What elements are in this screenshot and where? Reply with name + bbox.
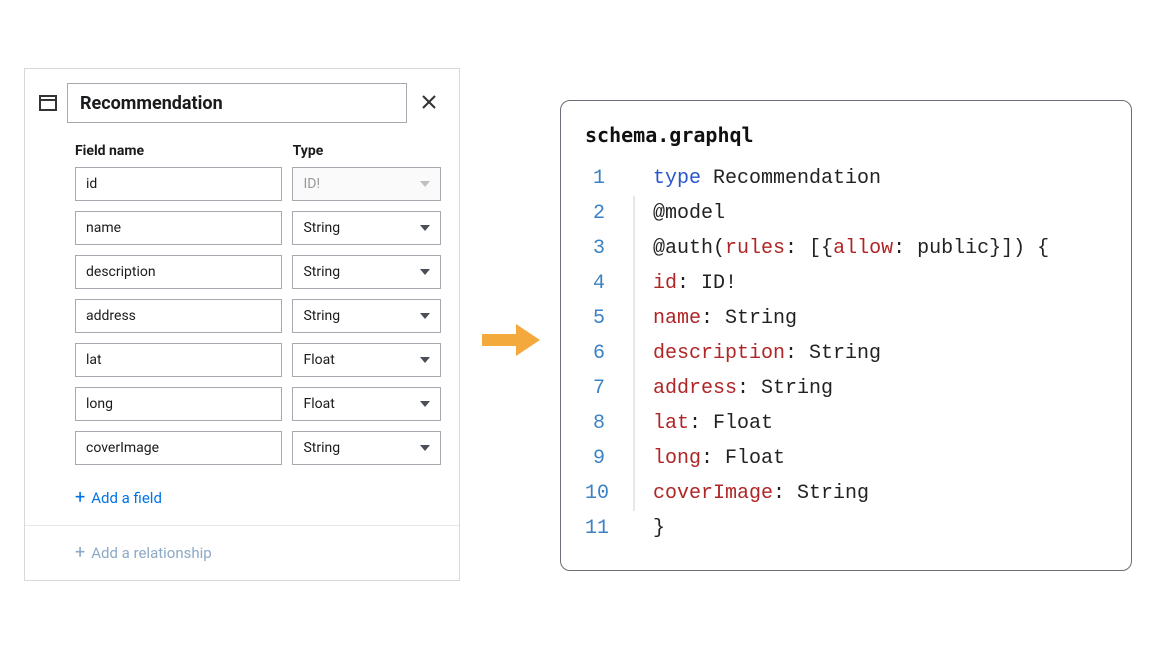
field-name-header: Field name bbox=[75, 143, 283, 159]
field-type-select[interactable]: String bbox=[292, 431, 441, 465]
code-line: 8 lat: Float bbox=[585, 406, 1107, 441]
add-relationship-button[interactable]: + Add a relationship bbox=[25, 525, 459, 580]
code-line: 7 address: String bbox=[585, 371, 1107, 406]
line-number: 11 bbox=[585, 511, 633, 546]
plus-icon: + bbox=[75, 544, 85, 562]
field-row: Float bbox=[25, 387, 459, 431]
code-line: 6 description: String bbox=[585, 336, 1107, 371]
code-content: } bbox=[653, 511, 665, 546]
indent-guide bbox=[633, 336, 635, 371]
type-header: Type bbox=[293, 143, 441, 159]
line-number: 4 bbox=[585, 266, 633, 301]
field-type-select[interactable]: Float bbox=[292, 387, 441, 421]
field-name-input[interactable] bbox=[75, 211, 282, 245]
field-row: Float bbox=[25, 343, 459, 387]
close-button[interactable] bbox=[417, 91, 441, 115]
code-line: 10 coverImage: String bbox=[585, 476, 1107, 511]
code-content: @auth(rules: [{allow: public}]) { bbox=[653, 231, 1049, 266]
panel-header bbox=[25, 69, 459, 137]
indent-guide bbox=[633, 406, 635, 441]
code-content: description: String bbox=[653, 336, 881, 371]
field-type-select[interactable]: String bbox=[292, 211, 441, 245]
field-name-input[interactable] bbox=[75, 255, 282, 289]
line-number: 3 bbox=[585, 231, 633, 266]
field-type-label: String bbox=[303, 440, 340, 456]
field-row: String bbox=[25, 211, 459, 255]
code-content: long: Float bbox=[653, 441, 785, 476]
field-row: String bbox=[25, 299, 459, 343]
code-content: lat: Float bbox=[653, 406, 773, 441]
line-number: 6 bbox=[585, 336, 633, 371]
line-number: 1 bbox=[585, 161, 633, 196]
chevron-down-icon bbox=[420, 401, 430, 407]
field-row: String bbox=[25, 431, 459, 475]
code-line: 9 long: Float bbox=[585, 441, 1107, 476]
chevron-down-icon bbox=[420, 181, 430, 187]
field-type-select[interactable]: Float bbox=[292, 343, 441, 377]
field-type-select: ID! bbox=[292, 167, 441, 201]
chevron-down-icon bbox=[420, 269, 430, 275]
add-field-label: Add a field bbox=[91, 489, 162, 507]
field-name-input[interactable] bbox=[75, 343, 282, 377]
field-name-input[interactable] bbox=[75, 299, 282, 333]
chevron-down-icon bbox=[420, 313, 430, 319]
plus-icon: + bbox=[75, 489, 85, 507]
code-line: 1 type Recommendation bbox=[585, 161, 1107, 196]
line-number: 7 bbox=[585, 371, 633, 406]
code-content: type Recommendation bbox=[653, 161, 881, 196]
field-type-label: String bbox=[303, 220, 340, 236]
indent-guide bbox=[633, 266, 635, 301]
code-content: id: ID! bbox=[653, 266, 737, 301]
field-type-label: ID! bbox=[303, 176, 320, 192]
indent-guide bbox=[633, 231, 635, 266]
field-type-select[interactable]: String bbox=[292, 299, 441, 333]
chevron-down-icon bbox=[420, 357, 430, 363]
field-type-label: Float bbox=[303, 352, 334, 368]
line-number: 5 bbox=[585, 301, 633, 336]
code-content: address: String bbox=[653, 371, 833, 406]
line-number: 8 bbox=[585, 406, 633, 441]
code-line: 11} bbox=[585, 511, 1107, 546]
field-type-label: Float bbox=[303, 396, 334, 412]
code-line: 5 name: String bbox=[585, 301, 1107, 336]
arrow-icon bbox=[482, 320, 540, 364]
code-line: 2 @model bbox=[585, 196, 1107, 231]
indent-guide bbox=[633, 476, 635, 511]
code-filename: schema.graphql bbox=[585, 123, 1107, 147]
column-headers: Field name Type bbox=[25, 137, 459, 167]
field-name-input[interactable] bbox=[75, 167, 282, 201]
field-name-input[interactable] bbox=[75, 387, 282, 421]
add-field-button[interactable]: + Add a field bbox=[25, 475, 459, 525]
line-number: 2 bbox=[585, 196, 633, 231]
field-type-label: String bbox=[303, 308, 340, 324]
chevron-down-icon bbox=[420, 225, 430, 231]
field-type-select[interactable]: String bbox=[292, 255, 441, 289]
code-panel: schema.graphql 1 type Recommendation 2 @mod… bbox=[560, 100, 1132, 571]
indent-guide bbox=[633, 196, 635, 231]
add-relationship-label: Add a relationship bbox=[91, 544, 211, 562]
indent-guide bbox=[633, 301, 635, 336]
model-editor-panel: Field name Type ID! String String String Flo… bbox=[24, 68, 460, 581]
field-type-label: String bbox=[303, 264, 340, 280]
line-number: 9 bbox=[585, 441, 633, 476]
code-content: name: String bbox=[653, 301, 797, 336]
code-line: 3 @auth(rules: [{allow: public}]) { bbox=[585, 231, 1107, 266]
code-content: coverImage: String bbox=[653, 476, 869, 511]
model-icon bbox=[39, 95, 57, 111]
fields-container: ID! String String String Float Float String bbox=[25, 167, 459, 475]
indent-guide bbox=[633, 441, 635, 476]
line-number: 10 bbox=[585, 476, 633, 511]
code-lines: 1 type Recommendation 2 @model 3 @auth(rules:… bbox=[585, 161, 1107, 546]
indent-guide bbox=[633, 371, 635, 406]
code-content: @model bbox=[653, 196, 725, 231]
close-icon bbox=[422, 94, 436, 113]
field-name-input[interactable] bbox=[75, 431, 282, 465]
code-line: 4 id: ID! bbox=[585, 266, 1107, 301]
chevron-down-icon bbox=[420, 445, 430, 451]
model-name-input[interactable] bbox=[67, 83, 407, 123]
field-row: ID! bbox=[25, 167, 459, 211]
field-row: String bbox=[25, 255, 459, 299]
